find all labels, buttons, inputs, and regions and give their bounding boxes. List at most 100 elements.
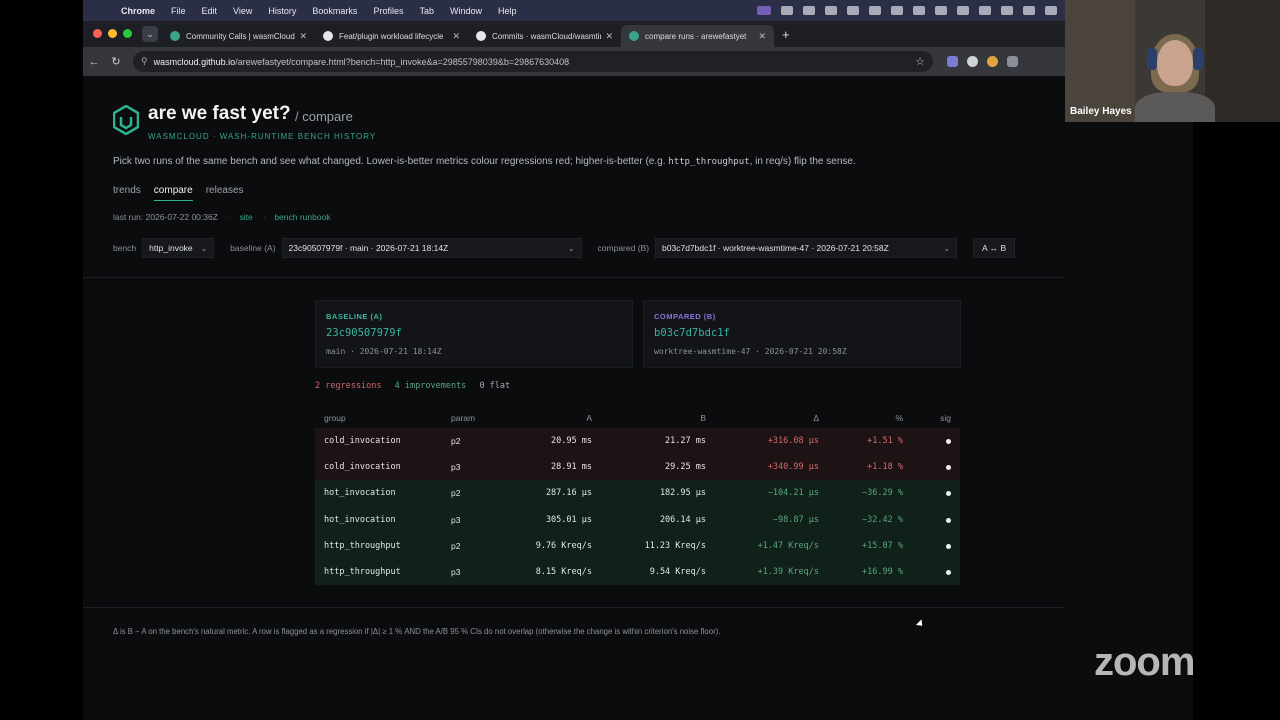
cell-group: http_throughput [315, 558, 442, 586]
cell-sig [912, 532, 960, 559]
participant-face [1157, 40, 1193, 86]
zoom-window-icon[interactable] [123, 29, 132, 38]
wifi-icon[interactable] [979, 6, 991, 15]
chevron-down-icon: ⌄ [200, 243, 208, 253]
regressions-count: 2 regressions [315, 381, 382, 391]
status-icon[interactable] [869, 6, 881, 15]
col-header-pct[interactable]: % [828, 408, 912, 428]
extension-icon[interactable] [987, 56, 998, 67]
runbook-link[interactable]: bench runbook [274, 212, 330, 222]
minimize-window-icon[interactable] [108, 29, 117, 38]
status-icon[interactable] [847, 6, 859, 15]
tab-favicon-icon [323, 31, 333, 41]
cell-sig [912, 428, 960, 455]
col-header-delta[interactable]: Δ [715, 408, 828, 428]
intro-text-start: Pick two runs of the same bench and see … [113, 156, 666, 167]
menu-app-name[interactable]: Chrome [113, 6, 163, 16]
address-bar[interactable]: ⚲ wasmcloud.github.io /arewefastyet/comp… [133, 51, 933, 72]
compared-card: COMPARED (B) b03c7d7bdc1f worktree-wasmt… [643, 300, 961, 368]
tab-close-icon[interactable]: ✕ [452, 31, 460, 42]
cell-delta: +1.47 Kreq/s [715, 532, 828, 559]
puzzle-extensions-icon[interactable] [1007, 56, 1018, 67]
browser-tab[interactable]: Feat/plugin workload lifecycle ✕ [315, 25, 468, 47]
browser-tab[interactable]: Community Calls | wasmCloud ✕ [162, 25, 315, 47]
new-tab-icon[interactable]: + [774, 27, 798, 47]
tab-favicon-icon [170, 31, 180, 41]
macos-menubar: Chrome File Edit View History Bookmarks … [83, 0, 1065, 21]
extension-icon[interactable] [967, 56, 978, 67]
nav-trends[interactable]: trends [113, 185, 141, 201]
status-icon[interactable] [825, 6, 837, 15]
menu-window[interactable]: Window [442, 6, 490, 16]
bookmark-star-icon[interactable]: ☆ [915, 55, 925, 68]
status-icon[interactable] [957, 6, 969, 15]
screen-share-icon[interactable] [757, 6, 771, 15]
col-header-group[interactable]: group [315, 408, 442, 428]
tab-close-icon[interactable]: ✕ [758, 31, 766, 42]
menu-tab[interactable]: Tab [411, 6, 442, 16]
results-table: group param A B Δ % sig cold_invocation p… [315, 408, 960, 586]
battery-icon[interactable] [935, 6, 947, 15]
cell-b: 11.23 Kreq/s [601, 532, 715, 559]
webcam-background [1205, 0, 1280, 122]
extension-icon[interactable] [947, 56, 958, 67]
headphones-icon [1193, 48, 1203, 70]
compared-select[interactable]: b03c7d7bdc1f · worktree-wasmtime-47 · 20… [655, 238, 958, 258]
menu-help[interactable]: Help [490, 6, 525, 16]
back-arrow-icon[interactable]: ← [83, 56, 105, 68]
cell-group: http_throughput [315, 532, 442, 559]
last-run-line: last run: 2026-07-22 00:36Z · site · ben… [113, 212, 331, 222]
tab-search-icon[interactable]: ⌄ [142, 26, 158, 42]
tab-favicon-icon [476, 31, 486, 41]
status-icon[interactable] [781, 6, 793, 15]
browser-tab[interactable]: Commits · wasmCloud/wasmtime ✕ [468, 25, 621, 47]
divider [83, 607, 1065, 608]
search-icon[interactable] [1045, 6, 1057, 15]
significance-dot-icon [946, 465, 951, 471]
menu-bookmarks[interactable]: Bookmarks [304, 6, 365, 16]
menu-edit[interactable]: Edit [194, 6, 226, 16]
baseline-select[interactable]: 23c90507979f · main · 2026-07-21 18:14Z ⌄ [281, 238, 582, 258]
status-icon[interactable] [1001, 6, 1013, 15]
status-icon[interactable] [803, 6, 815, 15]
tab-title: Feat/plugin workload lifecycle [339, 31, 444, 41]
cell-pct: −32.42 % [828, 506, 912, 533]
reload-icon[interactable]: ↻ [105, 55, 127, 68]
col-header-a[interactable]: A [502, 408, 601, 428]
video-thumbnail[interactable]: Bailey Hayes [1065, 0, 1280, 122]
browser-toolbar: ← ↻ ⚲ wasmcloud.github.io /arewefastyet/… [83, 47, 1065, 76]
nav-compare[interactable]: compare [153, 185, 193, 201]
focus-icon[interactable] [1023, 6, 1035, 15]
nav-releases[interactable]: releases [206, 185, 244, 201]
menu-file[interactable]: File [163, 6, 194, 16]
menu-view[interactable]: View [225, 6, 260, 16]
site-link[interactable]: site [240, 212, 253, 222]
cell-a: 305.01 µs [502, 506, 601, 533]
col-header-param[interactable]: param [442, 408, 502, 428]
bench-select[interactable]: http_invoke ⌄ [142, 238, 215, 258]
cell-pct: +16.99 % [828, 558, 912, 586]
menu-history[interactable]: History [260, 6, 304, 16]
tab-close-icon[interactable]: ✕ [605, 31, 613, 42]
cell-pct: +1.51 % [828, 428, 912, 455]
site-info-icon[interactable]: ⚲ [141, 56, 148, 67]
intro-text-end: , in req/s) flip the sense. [749, 156, 856, 167]
swap-runs-button[interactable]: A ↔ B [973, 238, 1016, 258]
intro-text: Pick two runs of the same bench and see … [113, 156, 856, 167]
status-icon[interactable] [891, 6, 903, 15]
cell-pct: −36.29 % [828, 480, 912, 507]
cell-pct: +15.07 % [828, 532, 912, 559]
significance-dot-icon [946, 570, 951, 576]
tab-close-icon[interactable]: ✕ [299, 31, 307, 42]
browser-tab-active[interactable]: compare runs · arewefastyet ✕ [621, 25, 774, 47]
cell-a: 287.16 µs [502, 480, 601, 507]
cell-group: hot_invocation [315, 506, 442, 533]
page-title-suffix: / compare [295, 109, 353, 124]
col-header-sig[interactable]: sig [912, 408, 960, 428]
menu-profiles[interactable]: Profiles [365, 6, 411, 16]
table-row: cold_invocation p3 28.91 ms 29.25 ms +340.99… [315, 454, 960, 481]
cloud-icon[interactable] [913, 6, 925, 15]
col-header-b[interactable]: B [601, 408, 715, 428]
close-window-icon[interactable] [93, 29, 102, 38]
cell-sig [912, 454, 960, 481]
